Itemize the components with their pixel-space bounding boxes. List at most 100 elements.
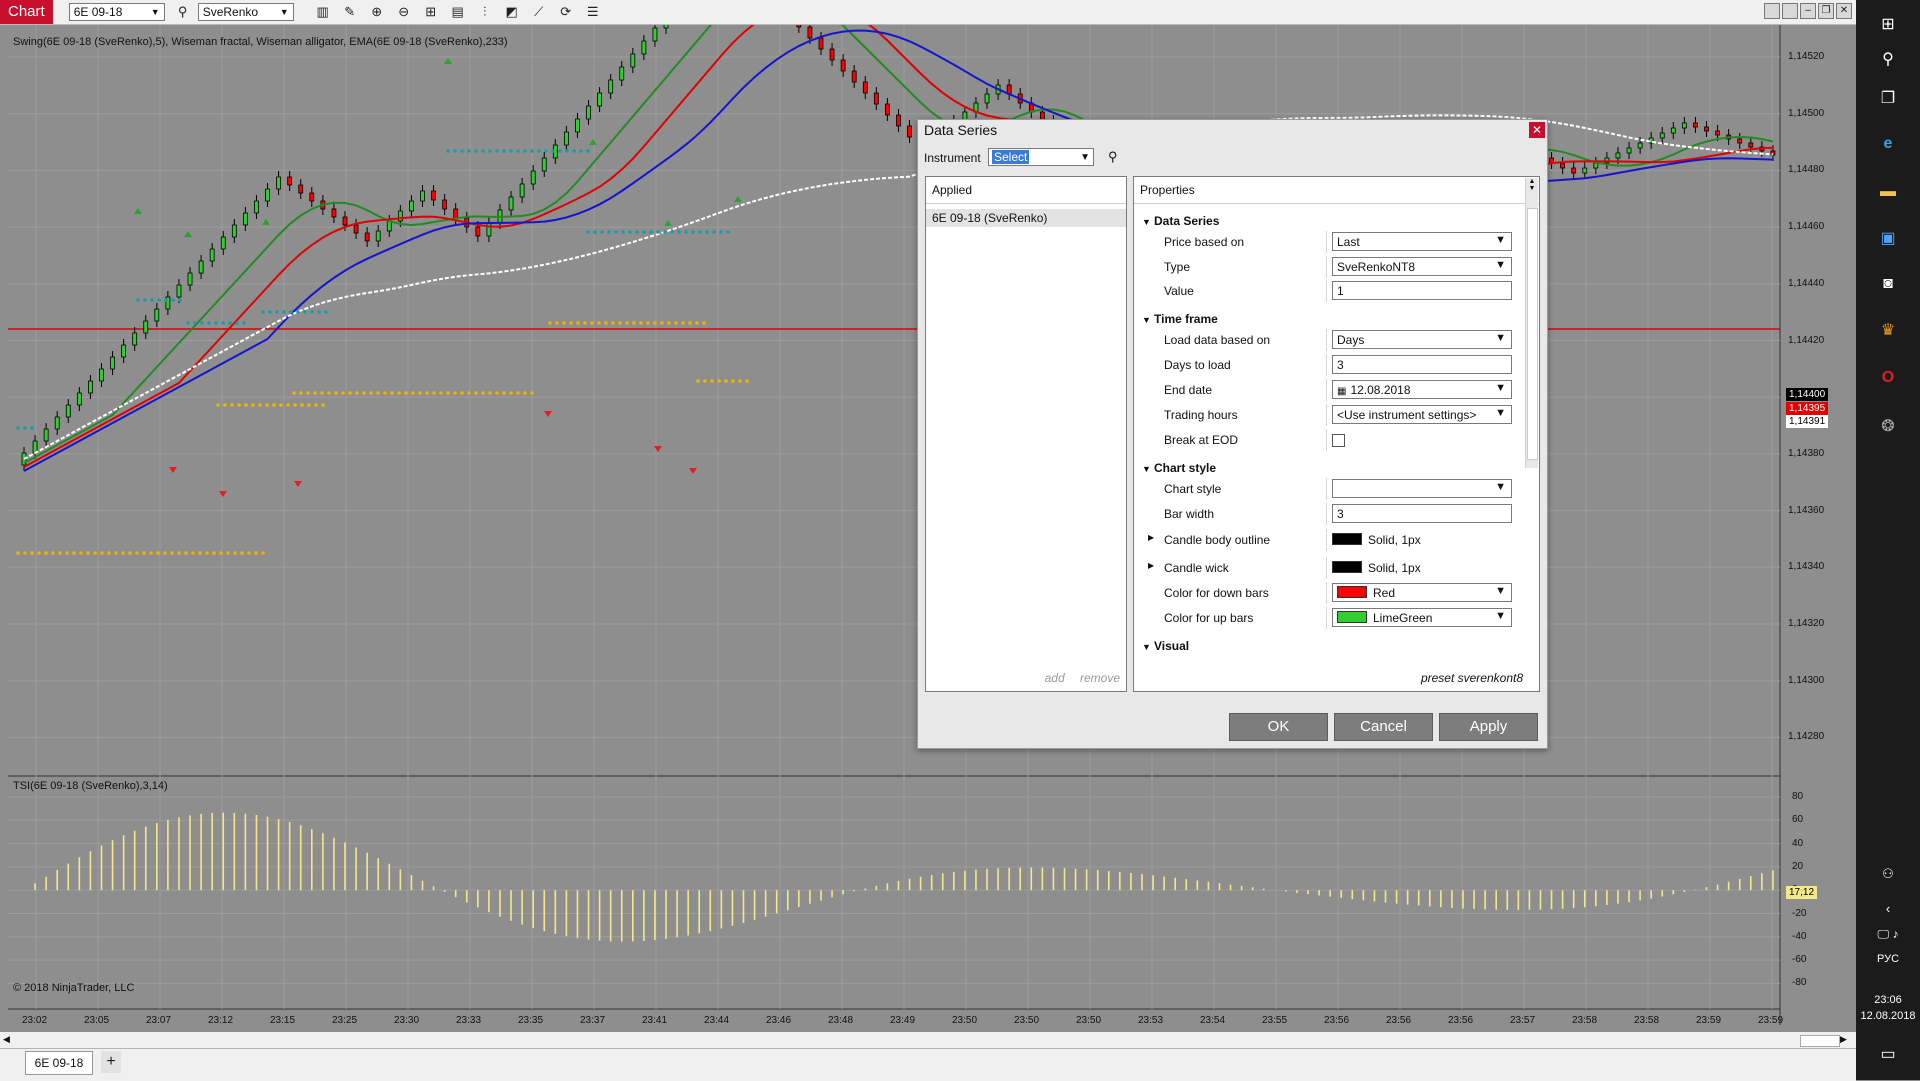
- down-candle: [1704, 126, 1709, 132]
- chevron-down-icon: ▼: [1495, 407, 1506, 419]
- swing-low-dot: [488, 391, 492, 395]
- swing-high-dot: [157, 298, 161, 302]
- scroll-down-icon[interactable]: ▼: [1526, 185, 1538, 192]
- app-icon[interactable]: ♛: [1876, 318, 1900, 342]
- edge-icon[interactable]: e: [1876, 132, 1900, 156]
- indicators-icon[interactable]: ⫶: [476, 3, 494, 21]
- apply-button[interactable]: Apply: [1439, 713, 1538, 741]
- opera-icon[interactable]: O: [1876, 366, 1900, 390]
- prop-candle-body-outline[interactable]: ▶ Candle body outline Solid, 1px: [1134, 529, 1524, 551]
- load-data-select[interactable]: Days ▼: [1332, 330, 1512, 349]
- section-visual[interactable]: ▼ Visual: [1142, 639, 1189, 653]
- up-candle: [508, 196, 514, 211]
- swing-low-dot: [404, 391, 408, 395]
- clock[interactable]: 23:06 12.08.2018: [1856, 992, 1920, 1024]
- properties-icon[interactable]: ▤: [449, 3, 467, 21]
- search-icon[interactable]: ⚲: [1876, 47, 1900, 71]
- list-icon[interactable]: ☰: [584, 3, 602, 21]
- pencil-icon[interactable]: ✎: [341, 3, 359, 21]
- cancel-button[interactable]: Cancel: [1334, 713, 1433, 741]
- bars-icon[interactable]: ▥: [314, 3, 332, 21]
- app-notification-icon[interactable]: ❂: [1876, 414, 1900, 438]
- chart-window-tab[interactable]: Chart: [0, 0, 53, 24]
- preset-label[interactable]: preset sverenkont8: [1421, 671, 1523, 685]
- search-icon[interactable]: ⚲: [1108, 149, 1118, 165]
- scroll-up-icon[interactable]: ▲: [1526, 178, 1538, 185]
- price-based-on-select[interactable]: Last ▼: [1332, 232, 1512, 251]
- grid-icon[interactable]: ⊞: [422, 3, 440, 21]
- add-link[interactable]: add: [1045, 671, 1065, 685]
- swing-low-dot: [307, 403, 311, 407]
- window-close-icon[interactable]: ✕: [1836, 3, 1852, 19]
- close-icon[interactable]: ✕: [1529, 122, 1545, 138]
- swing-high-dot: [558, 149, 562, 153]
- refresh-icon[interactable]: ⟳: [557, 3, 575, 21]
- horizontal-scrollbar[interactable]: ◀ ▶: [0, 1032, 1856, 1048]
- section-chart-style[interactable]: ▼ Chart style: [1142, 461, 1216, 475]
- layout-alt-icon[interactable]: [1782, 3, 1798, 19]
- candle-body-outline-value[interactable]: Solid, 1px: [1332, 533, 1421, 547]
- instrument-select[interactable]: Select ▼: [988, 148, 1094, 166]
- ok-button[interactable]: OK: [1229, 713, 1328, 741]
- indicator-label: Swing(6E 09-18 (SveRenko),5), Wiseman fr…: [13, 36, 508, 48]
- ninjatrader-icon[interactable]: ◙: [1876, 272, 1900, 296]
- chevron-left-icon[interactable]: ‹: [1876, 896, 1900, 920]
- properties-scrollbar[interactable]: ▲ ▼: [1525, 178, 1538, 468]
- color-up-select[interactable]: LimeGreen ▼: [1332, 608, 1512, 627]
- scroll-thumb[interactable]: [1527, 208, 1538, 460]
- strategies-icon[interactable]: ◩: [503, 3, 521, 21]
- price-tick-label: 1,14420: [1788, 334, 1825, 346]
- task-view-icon[interactable]: ❐: [1876, 86, 1900, 110]
- minimize-icon[interactable]: –: [1800, 3, 1816, 19]
- section-data-series[interactable]: ▼ Data Series: [1142, 214, 1219, 228]
- scroll-right-icon[interactable]: ▶: [1840, 1034, 1847, 1045]
- expand-icon[interactable]: ▶: [1148, 533, 1154, 542]
- swing-low-dot: [745, 379, 749, 383]
- trading-hours-select[interactable]: <Use instrument settings> ▼: [1332, 405, 1512, 424]
- remove-link[interactable]: remove: [1080, 671, 1120, 685]
- section-time-frame[interactable]: ▼ Time frame: [1142, 312, 1218, 326]
- chart-style-select[interactable]: ▼: [1332, 479, 1512, 498]
- swing-low-dot: [334, 391, 338, 395]
- search-icon[interactable]: ⚲: [174, 3, 192, 21]
- bar-type-selector[interactable]: SveRenko ▼: [197, 3, 294, 21]
- expand-icon[interactable]: ▶: [1148, 561, 1154, 570]
- break-at-eod-checkbox[interactable]: [1332, 434, 1345, 447]
- swing-low-dot: [611, 321, 615, 325]
- drawing-icon[interactable]: ⟋: [530, 3, 548, 21]
- candle-wick-value[interactable]: Solid, 1px: [1332, 561, 1421, 575]
- swing-low-dot: [247, 551, 251, 555]
- down-candle: [851, 70, 857, 83]
- end-date-picker[interactable]: ▦ 12.08.2018 ▼: [1332, 380, 1512, 399]
- swing-low-dot: [191, 551, 195, 555]
- swing-high-dot: [289, 310, 293, 314]
- applied-item[interactable]: 6E 09-18 (SveRenko): [926, 209, 1126, 227]
- add-tab-button[interactable]: +: [101, 1051, 121, 1073]
- language-indicator[interactable]: РУС: [1856, 953, 1920, 965]
- restore-icon[interactable]: ❐: [1818, 3, 1834, 19]
- tab-6e-09-18[interactable]: 6E 09-18: [25, 1051, 93, 1075]
- windows-start-icon[interactable]: ⊞: [1876, 12, 1900, 36]
- up-candle: [242, 212, 248, 226]
- layout-icon[interactable]: [1764, 3, 1780, 19]
- value-input[interactable]: 1: [1332, 281, 1512, 300]
- network-volume-icon[interactable]: 🖵 ♪: [1876, 922, 1900, 946]
- notifications-icon[interactable]: ▭: [1876, 1042, 1900, 1066]
- type-select[interactable]: SveRenkoNT8 ▼: [1332, 257, 1512, 276]
- store-icon[interactable]: ▣: [1876, 226, 1900, 250]
- people-icon[interactable]: ⚇: [1876, 862, 1900, 886]
- scroll-left-icon[interactable]: ◀: [3, 1034, 10, 1045]
- down-candle: [907, 125, 912, 138]
- color-down-select[interactable]: Red ▼: [1332, 583, 1512, 602]
- scroll-thumb[interactable]: [1800, 1035, 1840, 1047]
- folder-icon[interactable]: ▬: [1876, 180, 1900, 204]
- zoom-in-icon[interactable]: ⊕: [368, 3, 386, 21]
- prop-candle-wick[interactable]: ▶ Candle wick Solid, 1px: [1134, 557, 1524, 579]
- instrument-selector[interactable]: 6E 09-18 ▼: [68, 3, 165, 21]
- swing-high-dot: [193, 321, 197, 325]
- prop-label: Break at EOD: [1164, 433, 1239, 447]
- bar-width-input[interactable]: 3: [1332, 504, 1512, 523]
- days-to-load-input[interactable]: 3: [1332, 355, 1512, 374]
- zoom-out-icon[interactable]: ⊖: [395, 3, 413, 21]
- swing-low-dot: [58, 551, 62, 555]
